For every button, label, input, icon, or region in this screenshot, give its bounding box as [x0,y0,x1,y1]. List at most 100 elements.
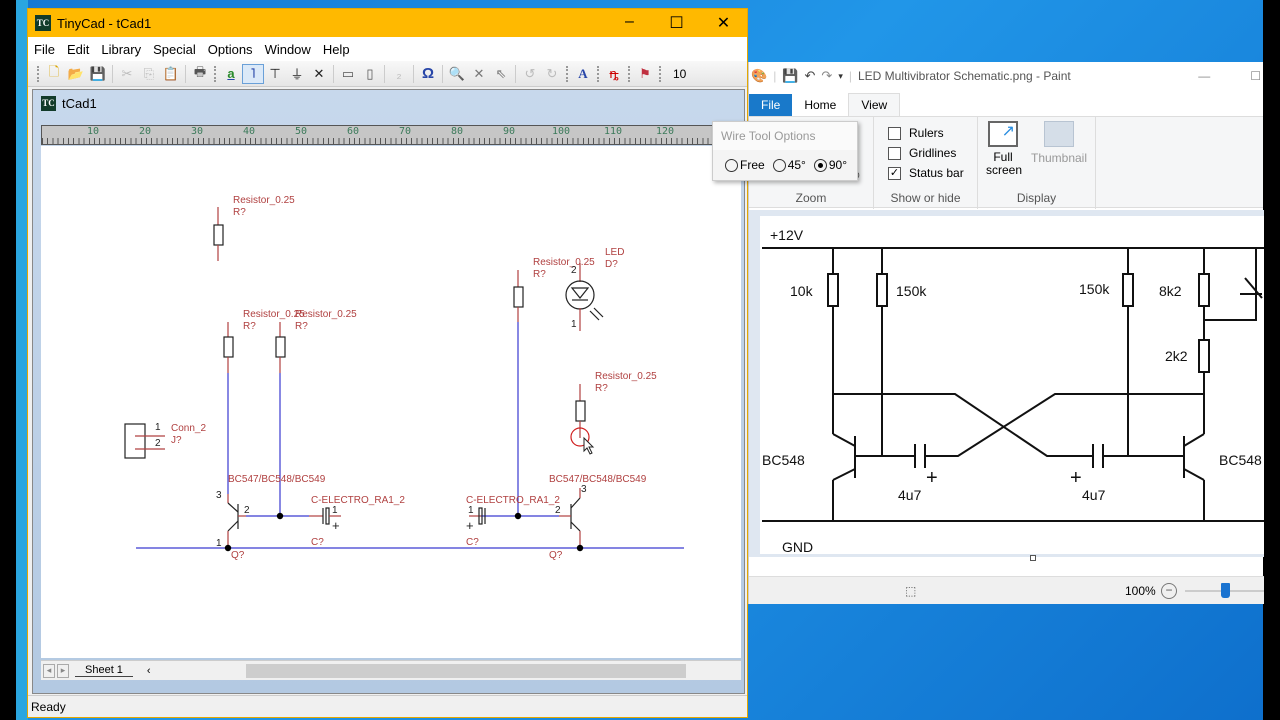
toolbar-grip[interactable] [566,65,569,82]
canvas-resize-handle[interactable] [1030,555,1036,561]
resistor-r3[interactable] [275,322,286,373]
ruler-icon[interactable]: ▯ [359,64,381,84]
save-icon[interactable]: 💾 [782,68,798,84]
sheet-prev-button[interactable]: ◂ [43,663,55,678]
toolbar-grip[interactable] [659,65,662,82]
netlist-icon[interactable]: ȵ [603,64,625,84]
close-button[interactable]: ✕ [700,13,747,33]
sheet-tab[interactable]: Sheet 1 [75,664,133,677]
horizontal-scrollbar-thumb[interactable] [246,664,686,678]
resistor-r5[interactable] [575,384,586,438]
zoom-level: 100% [1125,583,1156,598]
toolbar-grip[interactable] [214,65,217,82]
pin-number: 2 [244,505,250,516]
toolbar-grip[interactable] [597,65,600,82]
zoom-slider[interactable] [1185,583,1264,598]
radio-label: Free [740,158,765,172]
checkbox-box[interactable] [888,126,901,140]
tab-view[interactable]: View [848,93,901,116]
tab-home[interactable]: Home [792,94,848,116]
zoom-slider-thumb[interactable] [1220,583,1230,598]
wire-tool-icon[interactable]: ˥ [242,63,264,84]
undo-icon[interactable]: ↶ [805,68,816,84]
display-group: ↗ Full screen Thumbnail Display [978,117,1096,209]
no-connect-icon[interactable]: ✕ [308,64,330,84]
menu-file[interactable]: File [34,42,55,57]
sheet-next-button[interactable]: ▸ [57,663,69,678]
paint-title-bar[interactable]: 🎨 | 💾 ↶ ↷ ▾ | LED Multivibrator Schemati… [749,62,1263,90]
paint-minimize-button[interactable]: — [1198,69,1210,83]
delete-icon[interactable]: ✕ [468,64,490,84]
tab-file[interactable]: File [749,94,793,116]
paint-app-icon: 🎨 [751,68,768,83]
customize-qat-icon[interactable]: ▾ [838,71,843,82]
polarity-plus: + [332,518,340,533]
checkbox-label: Status bar [909,166,964,180]
text-icon[interactable]: A [572,64,594,84]
toolbar-grip[interactable] [37,65,40,82]
wires[interactable] [136,322,684,549]
new-icon[interactable]: 🗋 [43,64,65,84]
save-icon[interactable]: 💾 [87,64,109,84]
wire-option-90[interactable]: 90° [813,158,847,172]
radio-button[interactable] [725,158,738,172]
zoom-value[interactable]: 10 [673,67,686,81]
scroll-left-icon[interactable]: ‹ [147,665,151,677]
resistor-r1[interactable] [213,207,224,261]
ground-tool-icon[interactable]: ⏚ [286,64,308,84]
thumbnail-button[interactable]: Thumbnail [1028,121,1090,187]
rotate-right-icon[interactable]: ↻ [541,64,563,84]
wire-option-45[interactable]: 45° [772,158,806,172]
menu-options[interactable]: Options [208,42,253,57]
menu-window[interactable]: Window [265,42,311,57]
schematic-image[interactable]: +12V GND 10k 150k 150k 8k2 2k2 BC548 BC5… [760,216,1264,555]
maximize-button[interactable]: ☐ [653,13,700,33]
redo-icon[interactable]: ↷ [821,68,832,84]
paste-icon[interactable]: 📋 [160,64,182,84]
print-icon[interactable]: 🖶 [189,64,211,84]
status-bar-checkbox[interactable]: ✓ Status bar [888,166,977,180]
zoom-icon[interactable]: 🔍 [446,64,468,84]
rotate-left-icon[interactable]: ↺ [519,64,541,84]
menu-special[interactable]: Special [153,42,196,57]
gridlines-checkbox[interactable]: Gridlines [888,146,977,160]
zoom-out-button[interactable]: − [1161,582,1177,599]
toolbar-grip[interactable] [628,65,631,82]
checkbox-box[interactable] [888,146,901,160]
label-tool-icon[interactable]: a [220,64,242,84]
title-bar[interactable]: TC TinyCad - tCad1 – ☐ ✕ [28,9,747,37]
rulers-checkbox[interactable]: Rulers [888,126,977,140]
select-icon[interactable]: ⇖ [490,64,512,84]
wire-option-free[interactable]: Free [725,158,765,172]
resistor-r2[interactable] [223,322,234,373]
screen-border-right [1263,0,1280,720]
thumbnail-label: Thumbnail [1030,151,1088,165]
resistor-r4[interactable] [513,270,524,322]
symbol-icon[interactable]: Ω [417,64,439,84]
minimize-button[interactable]: – [606,13,653,33]
pin-number: 1 [155,422,161,433]
open-icon[interactable]: 📂 [65,64,87,84]
transistor-q1[interactable] [227,494,246,548]
pin-icon[interactable]: ₂ [388,64,410,84]
transistor-q2[interactable] [559,488,581,548]
checkmark-icon[interactable]: ✓ [888,166,901,180]
pin-number: 3 [581,484,587,495]
radio-button[interactable] [772,158,786,172]
part-name: Resistor_0.25 [233,195,295,206]
cut-icon[interactable]: ✂ [116,64,138,84]
menu-library[interactable]: Library [101,42,141,57]
design-check-icon[interactable]: ⚑ [634,64,656,84]
schematic-canvas[interactable]: Resistor_0.25 R? Resistor_0.25 R? Resist… [41,146,741,658]
copy-icon[interactable]: ⎘ [138,64,160,84]
full-screen-button[interactable]: ↗ Full screen [986,121,1022,187]
paint-maximize-button[interactable]: ☐ [1250,69,1261,83]
r5-label: 2k2 [1165,348,1188,364]
power-tool-icon[interactable]: ⊤ [264,64,286,84]
radio-button-selected[interactable] [813,158,827,172]
paint-window-title: LED Multivibrator Schematic.png - Paint [857,69,1071,83]
menu-help[interactable]: Help [323,42,350,57]
menu-edit[interactable]: Edit [67,42,89,57]
document-title-bar[interactable]: TC tCad1 [33,90,744,116]
bus-icon[interactable]: ▭ [337,64,359,84]
